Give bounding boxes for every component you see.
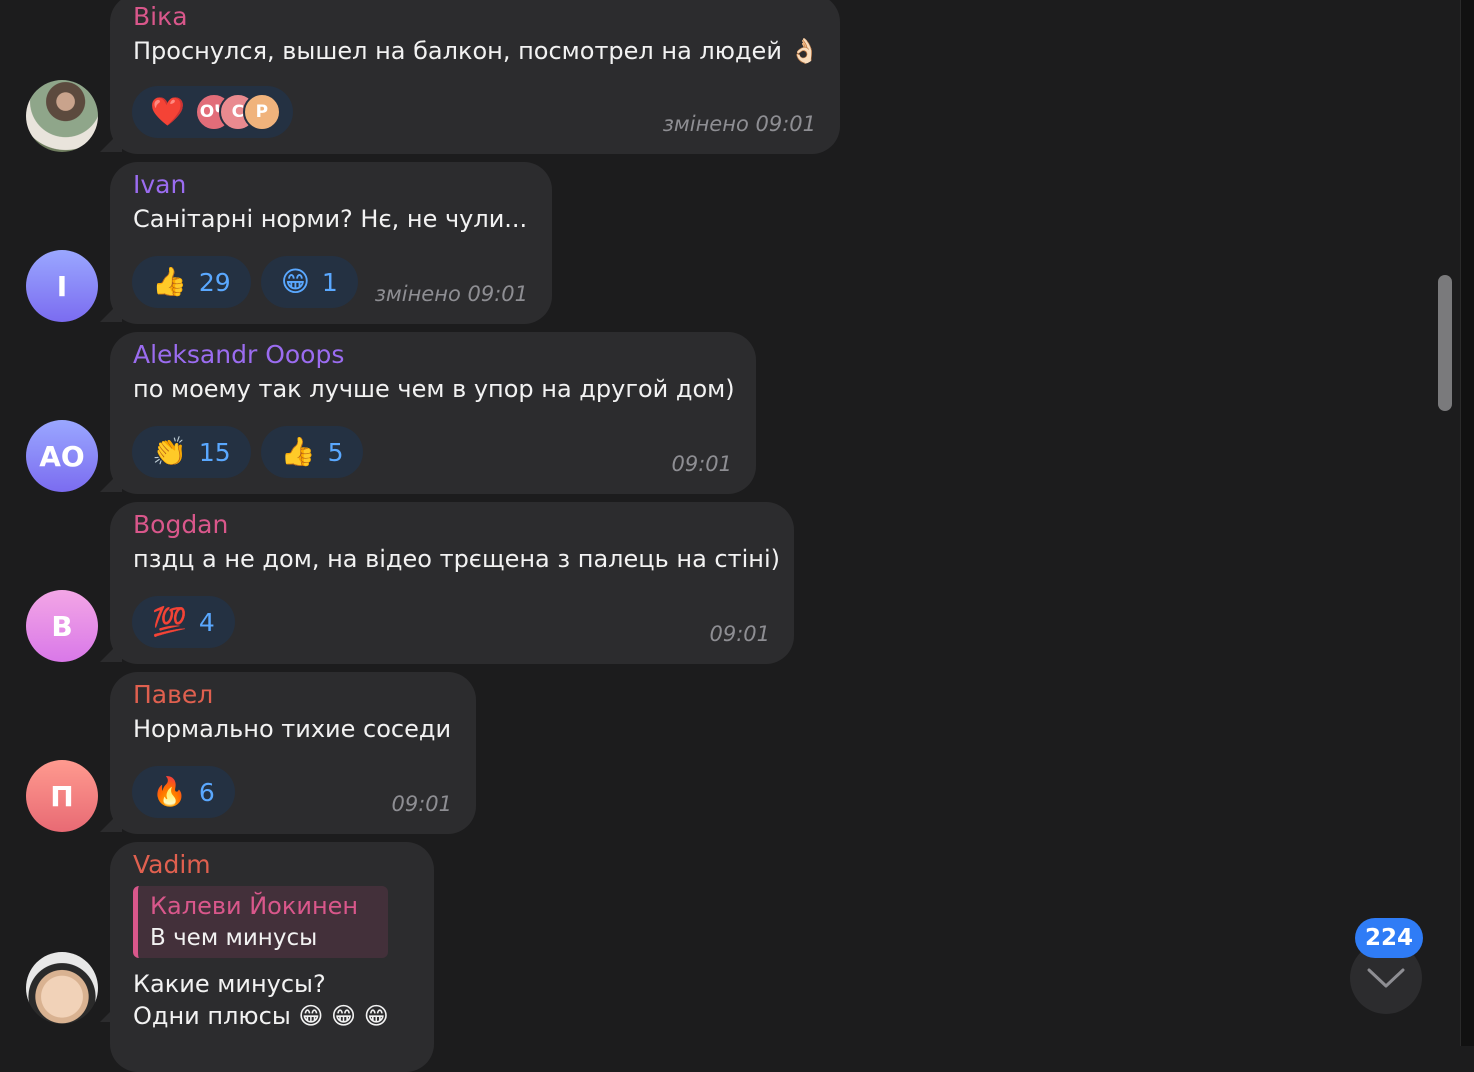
sender-name[interactable]: Ivan [133, 168, 529, 202]
avatar-photo[interactable] [26, 80, 98, 152]
reaction-chip[interactable]: ❤️ ОЧ С Р [132, 86, 293, 138]
thumbs-up-icon: 👍 [152, 265, 187, 298]
reaction-count: 6 [198, 777, 215, 807]
sender-name[interactable]: Віка [133, 0, 817, 34]
sender-name[interactable]: Павел [133, 678, 453, 712]
message-text-line: Какие минусы? [133, 970, 326, 998]
avatar[interactable]: B [26, 590, 98, 662]
avatar[interactable]: I [26, 250, 98, 322]
sender-name[interactable]: Vadim [133, 848, 411, 882]
reaction-chip[interactable]: 😁 1 [260, 256, 358, 308]
message-text: пздц а не дом, на відео трєщена з палець… [133, 545, 780, 573]
sender-name[interactable]: Bogdan [133, 508, 771, 542]
scrollbar-thumb[interactable] [1438, 275, 1452, 411]
reaction-count: 4 [198, 607, 215, 637]
fire-icon: 🔥 [152, 775, 187, 808]
message-time: змінено 09:01 [374, 282, 528, 306]
avatar-photo[interactable] [26, 952, 98, 1024]
hundred-points-icon: 💯 [152, 605, 187, 638]
message-time: 09:01 [391, 792, 452, 816]
reaction-chip[interactable]: 👏 15 [132, 426, 251, 478]
message-text-line: Одни плюсы 😁 😁 😁 [133, 1002, 389, 1030]
message-time: 09:01 [709, 622, 770, 646]
message-time: 09:01 [671, 452, 732, 476]
message-text: Нормально тихие соседи [133, 715, 452, 743]
thumbs-up-icon: 👍 [280, 435, 316, 468]
message-text: Проснулся, вышел на балкон, посмотрел на… [133, 37, 820, 65]
sender-name[interactable]: Aleksandr Ooops [133, 338, 733, 372]
window-edge [1460, 0, 1474, 1046]
message-text: по моему так лучше чем в упор на другой … [133, 375, 735, 403]
message-time: змінено 09:01 [662, 112, 816, 136]
reactor-avatar: Р [242, 93, 281, 131]
clapping-hands-icon: 👏 [152, 435, 187, 468]
avatar[interactable]: П [26, 760, 98, 832]
chevron-down-icon [1367, 968, 1405, 988]
grin-icon: 😁 [280, 265, 310, 298]
reaction-chip[interactable]: 🔥 6 [132, 766, 235, 818]
reaction-count: 15 [198, 437, 231, 467]
reaction-chip[interactable]: 👍 5 [260, 426, 364, 478]
reaction-chip[interactable]: 👍 29 [132, 256, 251, 308]
heart-icon: ❤️ [150, 95, 185, 128]
reaction-chip[interactable]: 💯 4 [132, 596, 235, 648]
reaction-count: 29 [198, 267, 231, 297]
avatar[interactable]: AO [26, 420, 98, 492]
message-text: Санітарні норми? Нє, не чули... [133, 205, 528, 233]
reaction-count: 1 [321, 267, 338, 297]
quote-text: В чем минусы [150, 925, 318, 951]
reply-quote[interactable]: Калеви Йокинен В чем минусы [133, 886, 388, 958]
unread-count-badge: 224 [1355, 918, 1424, 958]
reaction-count: 5 [327, 437, 344, 467]
quote-author: Калеви Йокинен [150, 892, 359, 920]
